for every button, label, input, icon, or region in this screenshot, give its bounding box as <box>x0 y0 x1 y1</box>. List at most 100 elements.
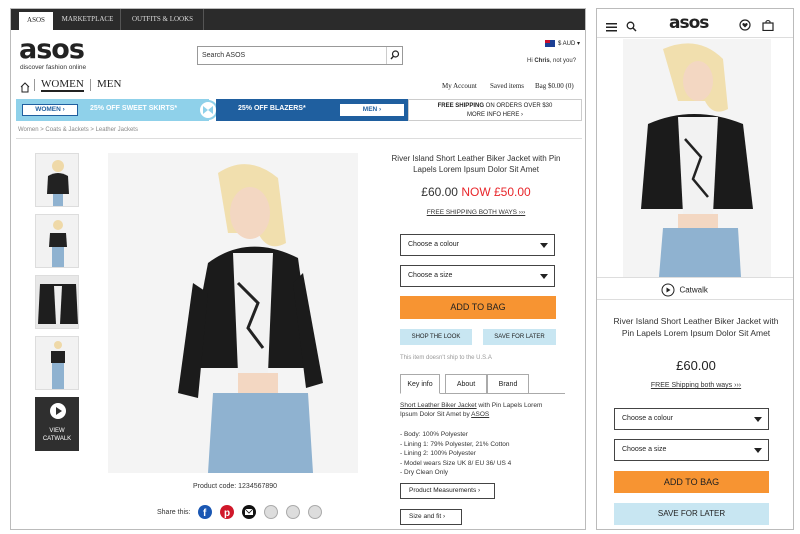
pinterest-icon[interactable]: p <box>220 505 234 519</box>
catwalk-button[interactable]: Catwalk <box>661 281 708 299</box>
tab-outfits-looks[interactable]: OUTFITS & LOOKS <box>122 9 204 30</box>
add-to-bag-button[interactable]: ADD TO BAG <box>400 296 556 319</box>
more-info-link[interactable]: MORE INFO HERE › <box>409 111 581 120</box>
mobile-product-image[interactable] <box>623 39 771 277</box>
svg-text:f: f <box>203 508 207 519</box>
nav-divider <box>34 79 35 91</box>
not-you-link[interactable]: , not you? <box>550 58 576 64</box>
old-price: £60.00 <box>421 185 458 199</box>
facebook-icon[interactable]: f <box>198 505 212 519</box>
no-ship-note: This item doesn't ship to the U.S.A <box>400 355 492 361</box>
mobile-colour-select[interactable]: Choose a colour <box>614 408 769 430</box>
product-thumb-image <box>36 276 78 328</box>
catwalk-line1: VIEW <box>49 428 65 434</box>
save-for-later-button[interactable]: SAVE FOR LATER <box>483 329 556 345</box>
divider <box>597 299 793 300</box>
top-nav-bar: ASOS MARKETPLACE OUTFITS & LOOKS <box>11 9 585 30</box>
promo-skirts[interactable]: WOMEN › 25% OFF SWEET SKIRTS* <box>16 99 209 121</box>
search-icon[interactable] <box>626 19 637 37</box>
nav-women[interactable]: WOMEN <box>41 78 84 92</box>
greeting-hi: Hi <box>527 58 533 64</box>
flag-icon <box>545 40 555 47</box>
shipping-line: FREE SHIPPING ON ORDERS OVER $30 <box>409 102 581 111</box>
mobile-free-shipping-link[interactable]: FREE Shipping both ways ››› <box>607 382 785 389</box>
thumbnail-3[interactable] <box>35 275 79 329</box>
logo-tagline: discover fashion online <box>20 64 87 71</box>
tab-brand[interactable]: Brand <box>487 374 529 394</box>
greeting-name: Chris <box>534 58 550 64</box>
shop-the-look-button[interactable]: SHOP THE LOOK <box>400 329 472 345</box>
promo-blazers-text: 25% OFF BLAZERS* <box>238 105 306 112</box>
detail-item: - Dry Clean Only <box>400 469 449 476</box>
tab-key-info[interactable]: Key info <box>400 374 440 394</box>
divider <box>597 277 793 278</box>
saved-items-icon[interactable] <box>739 18 751 36</box>
product-title: River Island Short Leather Biker Jacket … <box>391 154 561 174</box>
breadcrumb[interactable]: Women > Coats & Jackets > Leather Jacket… <box>18 127 138 133</box>
product-thumb-image <box>36 154 78 206</box>
size-and-fit-button[interactable]: Size and fit › <box>400 509 462 525</box>
asos-logo[interactable]: asos <box>19 36 85 64</box>
play-icon <box>50 403 66 419</box>
search-icon <box>390 50 400 60</box>
size-select-label: Choose a size <box>622 446 667 453</box>
nav-men[interactable]: MEN <box>97 78 121 90</box>
detail-item: - Model wears Size UK 8/ EU 36/ US 4 <box>400 459 512 467</box>
nav-divider <box>90 79 91 91</box>
brand-link[interactable]: ASOS <box>471 411 489 418</box>
product-measurements-button[interactable]: Product Measurements › <box>400 483 495 499</box>
sale-price: NOW £50.00 <box>461 185 531 199</box>
thumbnail-4[interactable] <box>35 336 79 390</box>
thumbnail-1[interactable] <box>35 153 79 207</box>
shipping-bold: FREE SHIPPING <box>437 103 484 109</box>
mobile-add-to-bag-button[interactable]: ADD TO BAG <box>614 471 769 493</box>
product-thumb-image <box>36 215 78 267</box>
my-account-link[interactable]: My Account <box>442 82 477 90</box>
bow-icon <box>198 100 218 120</box>
search-input[interactable]: Search ASOS <box>197 46 403 65</box>
mobile-size-select[interactable]: Choose a size <box>614 439 769 461</box>
colour-select[interactable]: Choose a colour <box>400 234 555 256</box>
share-placeholder-icon[interactable] <box>264 505 278 519</box>
detail-item: - Lining 1: 79% Polyester, 21% Cotton <box>400 440 510 448</box>
currency-select[interactable]: $ AUD ▾ <box>558 40 580 47</box>
share-label: Share this: <box>157 509 191 516</box>
product-details-list: - Body: 100% Polyester - Lining 1: 79% P… <box>400 430 560 478</box>
catwalk-text: VIEW CATWALK <box>36 427 78 443</box>
home-icon[interactable] <box>20 80 30 98</box>
share-placeholder-icon[interactable] <box>286 505 300 519</box>
email-icon[interactable] <box>242 505 256 519</box>
women-banner-button[interactable]: WOMEN › <box>22 104 78 116</box>
thumbnail-2[interactable] <box>35 214 79 268</box>
chevron-down-icon <box>754 417 762 422</box>
tab-about[interactable]: About <box>445 374 487 394</box>
saved-items-link[interactable]: Saved items <box>490 82 524 90</box>
free-shipping-banner[interactable]: FREE SHIPPING ON ORDERS OVER $30 MORE IN… <box>408 99 582 121</box>
bag-icon[interactable] <box>762 18 774 36</box>
asos-logo[interactable]: asos <box>669 13 709 33</box>
menu-icon[interactable] <box>606 19 617 37</box>
share-placeholder-icon[interactable] <box>308 505 322 519</box>
promo-blazers[interactable]: 25% OFF BLAZERS* MEN › <box>216 99 408 121</box>
mobile-save-for-later-button[interactable]: SAVE FOR LATER <box>614 503 769 525</box>
tab-marketplace[interactable]: MARKETPLACE <box>55 9 121 30</box>
desc-link[interactable]: Short Leather Biker Jacket <box>400 402 477 409</box>
product-main-image[interactable] <box>108 153 358 473</box>
search-button[interactable] <box>386 47 402 64</box>
size-select[interactable]: Choose a size <box>400 265 555 287</box>
colour-select-label: Choose a colour <box>408 241 459 248</box>
user-greeting: Hi Chris, not you? <box>527 58 576 64</box>
product-thumb-image <box>36 337 78 389</box>
mobile-price: £60.00 <box>676 358 716 373</box>
bag-total: $0.00 <box>548 82 564 90</box>
men-banner-button[interactable]: MEN › <box>340 104 404 116</box>
catwalk-label: Catwalk <box>679 285 708 295</box>
free-shipping-link[interactable]: FREE SHIPPING BOTH WAYS ››› <box>387 209 565 216</box>
tab-underline <box>440 393 565 394</box>
bag-link[interactable]: Bag $0.00 (0) <box>535 82 574 90</box>
chevron-down-icon <box>540 274 548 279</box>
tab-asos[interactable]: ASOS <box>19 12 53 30</box>
view-catwalk-button[interactable]: VIEW CATWALK <box>35 397 79 451</box>
play-icon <box>661 283 675 297</box>
bag-label: Bag <box>535 82 547 90</box>
